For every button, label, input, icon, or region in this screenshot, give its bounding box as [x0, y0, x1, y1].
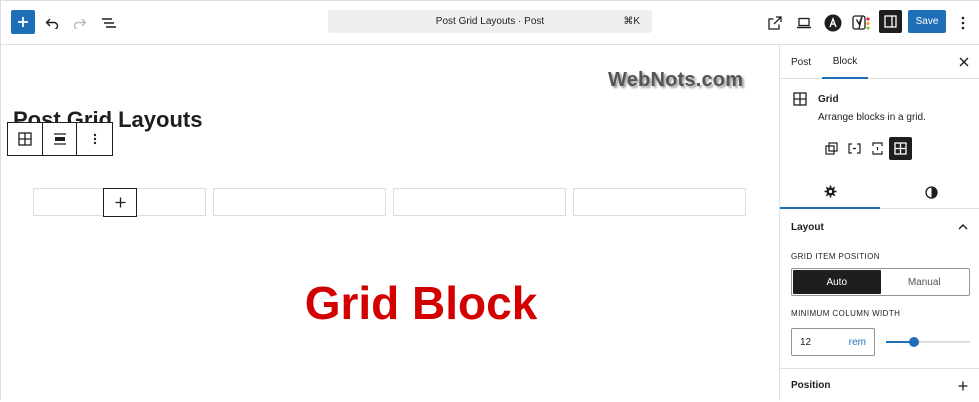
position-option-manual[interactable]: Manual: [881, 270, 969, 294]
align-wide-icon: [53, 133, 66, 145]
shortcut-hint: ⌘K: [623, 16, 640, 27]
astra-logo-icon: [824, 14, 842, 32]
block-options-button[interactable]: [77, 123, 112, 155]
unit-select[interactable]: rem: [849, 337, 866, 348]
add-block-button[interactable]: [11, 10, 35, 34]
position-option-auto[interactable]: Auto: [793, 270, 881, 294]
block-name: Grid: [818, 94, 839, 105]
top-toolbar: Post Grid Layouts · Post ⌘K Save: [1, 1, 979, 45]
undo-button[interactable]: [38, 9, 66, 37]
tab-settings[interactable]: [780, 175, 880, 209]
variation-grid-button[interactable]: [889, 137, 912, 160]
yoast-icon: [852, 15, 870, 30]
plus-icon: [958, 381, 968, 391]
gear-icon: [824, 185, 836, 197]
grid-item-position-control: Auto Manual: [791, 268, 970, 296]
block-type-button[interactable]: [8, 123, 43, 155]
list-view-icon: [102, 18, 116, 28]
undo-icon: [45, 18, 59, 29]
align-button[interactable]: [43, 123, 78, 155]
variation-stack-button[interactable]: [866, 137, 889, 160]
external-link-icon: [768, 16, 782, 30]
editor-canvas[interactable]: WebNots.com Post Grid Layouts Grid Block: [1, 45, 779, 401]
redo-icon: [73, 18, 87, 29]
slider-thumb[interactable]: [909, 337, 919, 347]
block-variations: [820, 137, 912, 160]
min-column-width-value: 12: [800, 337, 812, 348]
preview-device-button[interactable]: [790, 9, 818, 37]
grid-block-caption: Grid Block: [304, 277, 538, 329]
document-title: Post Grid Layouts · Post: [435, 16, 545, 27]
more-vertical-icon: [93, 133, 96, 145]
yoast-seo-button[interactable]: [848, 9, 876, 37]
position-panel-title: Position: [791, 380, 831, 391]
layout-panel-toggle[interactable]: Layout: [780, 210, 979, 244]
command-palette-bar[interactable]: Post Grid Layouts · Post ⌘K: [328, 10, 652, 33]
settings-sidebar: Post Block Grid Arrange blocks in a grid…: [779, 45, 979, 401]
laptop-icon: [797, 17, 811, 29]
stack-icon: [872, 142, 883, 155]
grid-cell[interactable]: [393, 188, 566, 216]
styles-half-circle-icon: [924, 185, 938, 199]
layout-panel-title: Layout: [791, 221, 824, 233]
block-description: Arrange blocks in a grid.: [818, 112, 926, 123]
chevron-up-icon: [958, 224, 968, 230]
variation-row-button[interactable]: [843, 137, 866, 160]
sidebar-icon: [884, 15, 897, 28]
tab-styles[interactable]: [881, 175, 979, 209]
plus-icon: [18, 17, 28, 27]
close-sidebar-button[interactable]: [958, 55, 972, 69]
variation-group-button[interactable]: [820, 137, 843, 160]
tab-block[interactable]: Block: [822, 45, 868, 79]
save-button[interactable]: Save: [908, 10, 946, 33]
group-icon: [825, 142, 838, 155]
redo-button[interactable]: [66, 9, 94, 37]
min-column-width-slider[interactable]: [886, 337, 970, 347]
block-appender-button[interactable]: [103, 188, 137, 217]
row-icon: [848, 143, 861, 154]
grid-icon: [894, 142, 907, 155]
editor-window: Post Grid Layouts · Post ⌘K Save WebNots…: [0, 0, 979, 401]
settings-sidebar-toggle[interactable]: [879, 10, 902, 33]
plugin-button[interactable]: [819, 9, 847, 37]
min-column-width-input[interactable]: 12 rem: [791, 328, 875, 356]
view-post-button[interactable]: [761, 9, 789, 37]
grid-item-position-label: GRID ITEM POSITION: [791, 252, 880, 261]
position-panel-toggle[interactable]: Position: [780, 368, 979, 402]
watermark: WebNots.com: [608, 69, 744, 91]
grid-cell[interactable]: [573, 188, 746, 216]
options-menu-button[interactable]: [949, 9, 977, 37]
more-vertical-icon: [961, 16, 965, 30]
grid-cell[interactable]: [213, 188, 386, 216]
sidebar-tabs: Post Block: [780, 45, 979, 79]
block-inspector-tabs: [780, 175, 979, 209]
close-icon: [959, 57, 969, 67]
grid-icon: [18, 132, 32, 146]
plus-icon: [115, 197, 125, 208]
block-toolbar: [7, 122, 113, 156]
grid-icon: [793, 92, 807, 106]
document-overview-button[interactable]: [95, 9, 123, 37]
block-icon: [793, 92, 807, 111]
tab-post[interactable]: Post: [791, 45, 811, 79]
min-column-width-label: MINIMUM COLUMN WIDTH: [791, 309, 901, 318]
